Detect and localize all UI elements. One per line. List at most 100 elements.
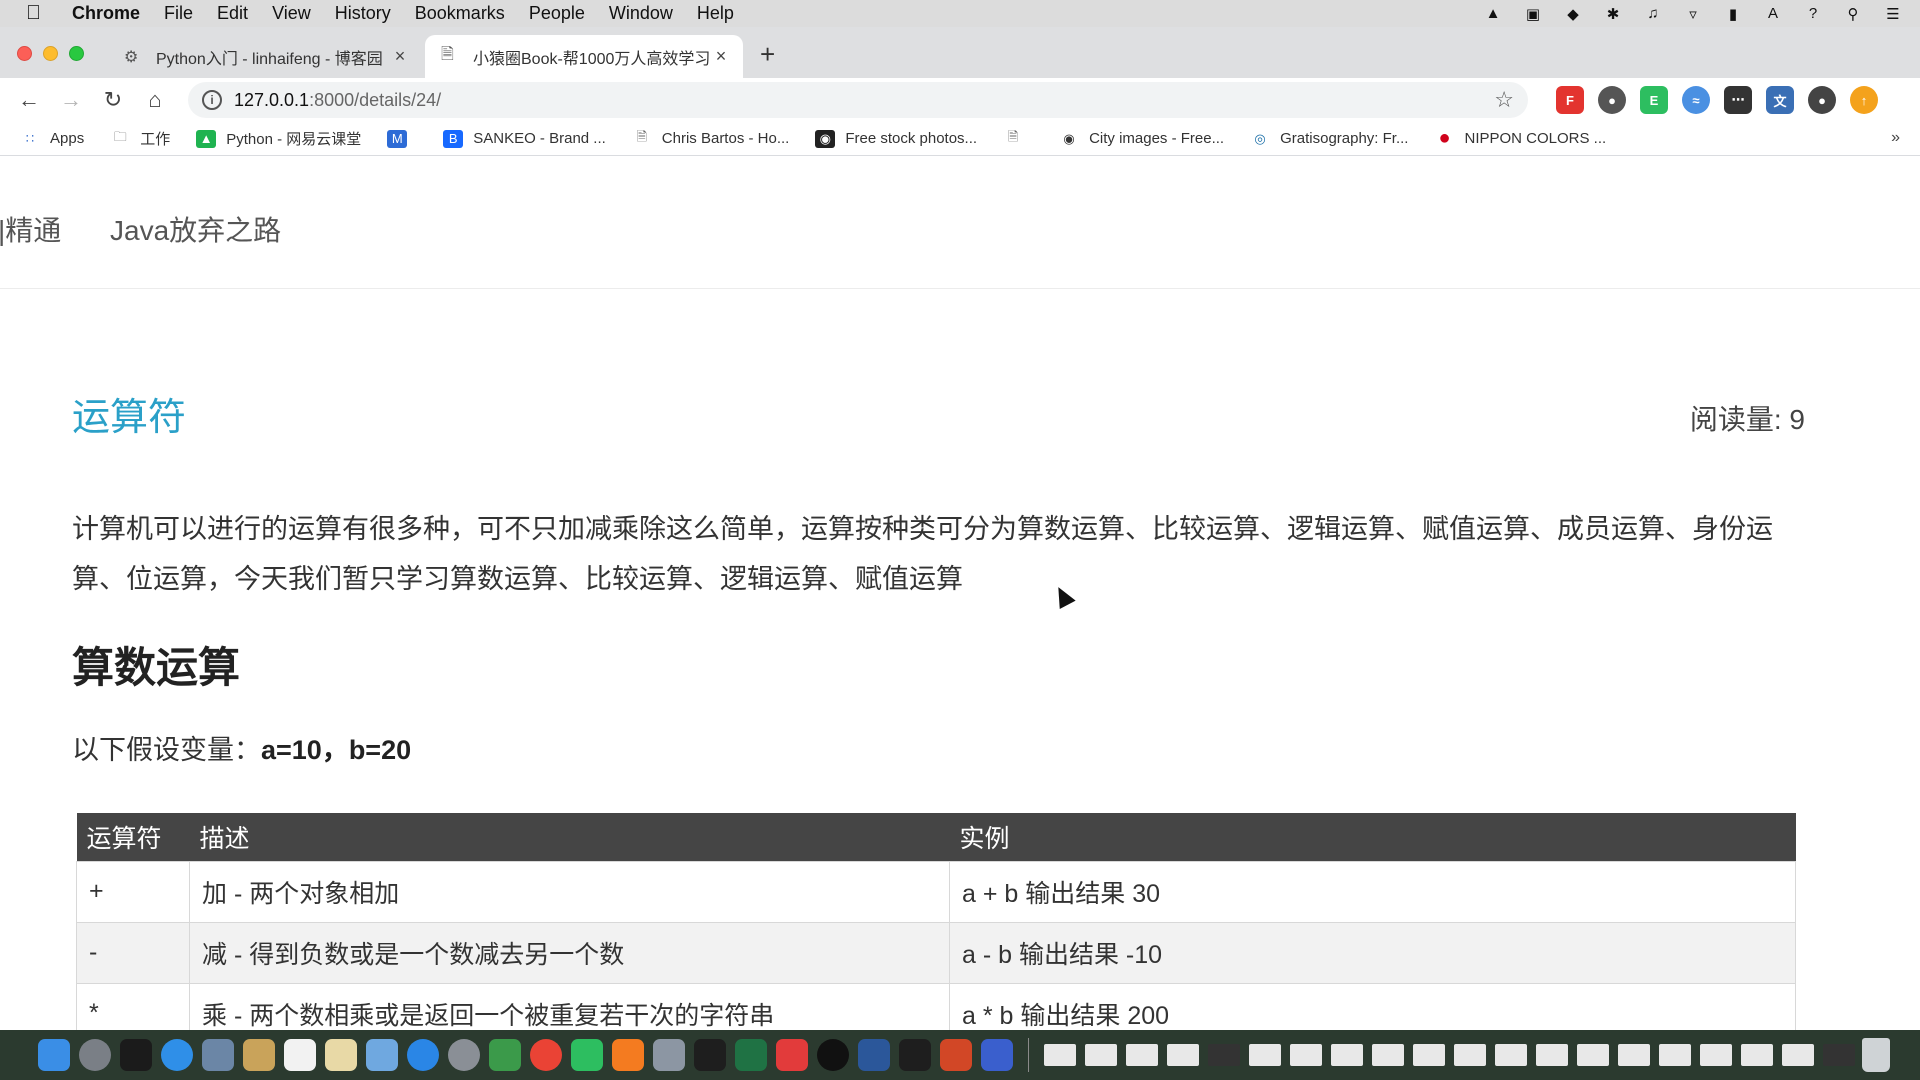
flipboard-extension-icon[interactable]: F (1556, 86, 1584, 114)
bookmark-nippon-colors[interactable]: ● NIPPON COLORS ... (1434, 127, 1606, 149)
bookmark-netease[interactable]: ▲ Python - 网易云课堂 (196, 128, 361, 149)
baidu-netdisk-icon[interactable] (981, 1039, 1013, 1071)
bookmark-star-icon[interactable]: ☆ (1494, 87, 1514, 113)
zoom-window-button[interactable] (69, 46, 84, 61)
minimized-window-thumbnail[interactable] (1454, 1044, 1486, 1066)
volume-icon[interactable]: ♫ (1642, 5, 1664, 22)
pycharm-icon[interactable] (694, 1039, 726, 1071)
forward-button[interactable]: → (50, 87, 92, 113)
wifi-icon[interactable]: ▿ (1682, 6, 1704, 23)
trash-icon[interactable] (1862, 1038, 1890, 1072)
keynote-icon[interactable] (366, 1039, 398, 1071)
notes-folder-icon[interactable] (243, 1039, 275, 1071)
close-tab-icon[interactable]: × (388, 46, 412, 67)
minimized-window-thumbnail[interactable] (1044, 1044, 1076, 1066)
pycharm-ce-icon[interactable] (899, 1039, 931, 1071)
menu-history[interactable]: History (335, 3, 391, 24)
minimized-window-thumbnail[interactable] (1495, 1044, 1527, 1066)
minimized-window-thumbnail[interactable] (1372, 1044, 1404, 1066)
minimize-window-button[interactable] (43, 46, 58, 61)
dropbox-icon[interactable]: ◆ (1562, 6, 1584, 23)
menu-app-chrome[interactable]: Chrome (72, 3, 140, 24)
menu-edit[interactable]: Edit (217, 3, 248, 24)
bookmark-blank-page[interactable]: 🗎 (1003, 129, 1033, 148)
excel-icon[interactable] (735, 1039, 767, 1071)
safari-icon[interactable] (161, 1039, 193, 1071)
menu-window[interactable]: Window (609, 3, 673, 24)
apple-menu-icon[interactable]:  (26, 2, 50, 25)
calendar-icon[interactable] (284, 1039, 316, 1071)
bookmark-gratisography[interactable]: ◎ Gratisography: Fr... (1250, 130, 1408, 148)
textedit-icon[interactable] (325, 1039, 357, 1071)
sublime-text-icon[interactable] (612, 1039, 644, 1071)
evernote-icon[interactable] (571, 1039, 603, 1071)
minimized-window-thumbnail[interactable] (1331, 1044, 1363, 1066)
minimized-window-thumbnail[interactable] (1290, 1044, 1322, 1066)
bookmark-chris-bartos[interactable]: 🗎 Chris Bartos - Ho... (632, 129, 790, 148)
powerpoint-icon[interactable] (940, 1039, 972, 1071)
back-button[interactable]: ← (8, 87, 50, 113)
close-tab-icon[interactable]: × (709, 46, 733, 67)
evernote-icon[interactable]: ▲ (1482, 5, 1504, 22)
tab-python-intro[interactable]: ⚙ Python入门 - linhaifeng - 博客园 × (108, 35, 422, 78)
notification-center-icon[interactable]: ☰ (1882, 6, 1904, 23)
chrome-icon[interactable] (530, 1039, 562, 1071)
minimized-window-thumbnail[interactable] (1577, 1044, 1609, 1066)
mail-icon[interactable] (653, 1039, 685, 1071)
launchpad-icon[interactable] (79, 1039, 111, 1071)
app-store-icon[interactable] (407, 1039, 439, 1071)
bookmark-free-stock-photos[interactable]: ◉ Free stock photos... (815, 129, 977, 148)
minimized-window-thumbnail[interactable] (1618, 1044, 1650, 1066)
minimized-window-thumbnail[interactable] (1208, 1044, 1240, 1066)
home-button[interactable]: ⌂ (134, 87, 176, 113)
input-source-icon[interactable]: A (1762, 5, 1784, 22)
close-window-button[interactable] (17, 46, 32, 61)
minimized-window-thumbnail[interactable] (1659, 1044, 1691, 1066)
bookmark-mail[interactable]: M (387, 129, 417, 148)
minimized-window-thumbnail[interactable] (1167, 1044, 1199, 1066)
bookmark-city-images[interactable]: ◉ City images - Free... (1059, 130, 1224, 148)
numbers-icon[interactable] (489, 1039, 521, 1071)
xmind-icon[interactable] (776, 1039, 808, 1071)
minimized-window-thumbnail[interactable] (1413, 1044, 1445, 1066)
bookmark-apps[interactable]: ∷ Apps (20, 130, 84, 148)
terminal-icon[interactable] (120, 1039, 152, 1071)
translate-extension-icon[interactable]: 文 (1766, 86, 1794, 114)
minimized-window-thumbnail[interactable] (1085, 1044, 1117, 1066)
minimized-window-thumbnail[interactable] (1700, 1044, 1732, 1066)
minimized-window-thumbnail[interactable] (1536, 1044, 1568, 1066)
bookmark-sankeo[interactable]: B SANKEO - Brand ... (443, 129, 606, 148)
extension-dots-icon[interactable]: ⋯ (1724, 86, 1752, 114)
new-tab-button[interactable]: + (760, 39, 775, 70)
update-chrome-icon[interactable]: ↑ (1850, 86, 1878, 114)
finder-icon[interactable] (38, 1039, 70, 1071)
minimized-window-thumbnail[interactable] (1741, 1044, 1773, 1066)
extension-circle-icon[interactable]: ● (1598, 86, 1626, 114)
nav-item-java[interactable]: Java放弃之路 (110, 209, 281, 249)
preview-icon[interactable] (202, 1039, 234, 1071)
menu-people[interactable]: People (529, 3, 585, 24)
profile-avatar-icon[interactable]: ● (1808, 86, 1836, 114)
spotlight-icon[interactable]: ⚲ (1842, 6, 1864, 23)
word-icon[interactable] (858, 1039, 890, 1071)
screen-record-icon[interactable]: ▣ (1522, 6, 1544, 23)
minimized-window-thumbnail[interactable] (1249, 1044, 1281, 1066)
menu-help[interactable]: Help (697, 3, 734, 24)
help-icon[interactable]: ? (1802, 5, 1824, 22)
tab-xiaoyuanquan-book[interactable]: 🗎 小猿圈Book-帮1000万人高效学习 × (425, 35, 743, 78)
evernote-extension-icon[interactable]: E (1640, 86, 1668, 114)
extension-blue-icon[interactable]: ≈ (1682, 86, 1710, 114)
more-bookmarks-chevron-icon[interactable]: » (1891, 129, 1900, 147)
qq-icon[interactable] (817, 1039, 849, 1071)
bluetooth-icon[interactable]: ✱ (1602, 6, 1624, 23)
nav-item-partial[interactable]: |精通 (0, 209, 61, 249)
battery-icon[interactable]: ▮ (1722, 6, 1744, 23)
address-bar[interactable]: i 127.0.0.1:8000/details/24/ ☆ (188, 82, 1528, 118)
menu-file[interactable]: File (164, 3, 193, 24)
menu-bookmarks[interactable]: Bookmarks (415, 3, 505, 24)
bookmark-folder-work[interactable]: 🗀 工作 (110, 128, 171, 149)
site-info-icon[interactable]: i (202, 90, 222, 110)
reload-button[interactable]: ↻ (92, 87, 134, 113)
minimized-window-thumbnail[interactable] (1823, 1044, 1855, 1066)
minimized-window-thumbnail[interactable] (1782, 1044, 1814, 1066)
